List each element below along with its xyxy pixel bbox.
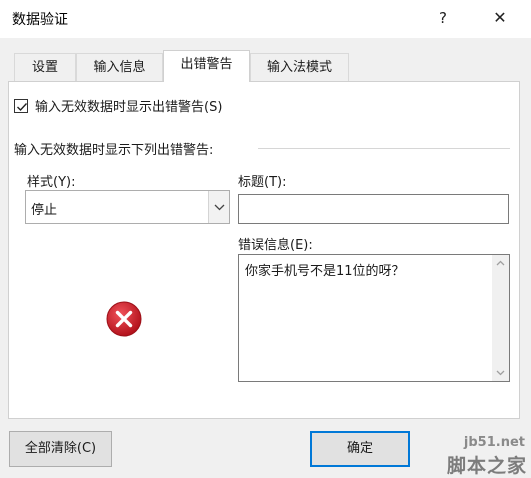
title-label: 标题(T): (238, 175, 287, 190)
error-message-textarea[interactable]: 你家手机号不是11位的呀？ (238, 254, 510, 382)
help-button[interactable]: ? (426, 2, 460, 34)
style-label: 样式(Y): (27, 175, 76, 190)
tab-ime-mode[interactable]: 输入法模式 (250, 53, 349, 81)
dialog-body: 设置 输入信息 出错警告 输入法模式 输入无效数据时显示出错警告(S) 输入无效… (0, 38, 531, 478)
clear-all-button[interactable]: 全部清除(C) (9, 431, 112, 467)
checkmark-icon (17, 102, 28, 111)
message-scrollbar[interactable] (492, 255, 509, 381)
error-message-label: 错误信息(E): (238, 238, 313, 253)
watermark-url: jb51.net (463, 435, 525, 450)
scroll-up-icon[interactable] (492, 255, 509, 272)
title-bar: 数据验证 ? ✕ (0, 0, 531, 38)
error-message-text: 你家手机号不是11位的呀？ (245, 264, 405, 279)
show-alert-checkbox[interactable] (14, 98, 28, 113)
error-stop-icon (106, 301, 142, 337)
watermark-brand: 脚本之家 (446, 455, 527, 477)
ok-button[interactable]: 确定 (310, 431, 410, 467)
close-button[interactable]: ✕ (483, 2, 517, 34)
tab-error-alert[interactable]: 出错警告 (163, 50, 250, 82)
site-watermark: jb51.net 脚本之家 (400, 433, 531, 478)
group-divider (258, 148, 510, 149)
style-dropdown[interactable]: 停止 (25, 190, 230, 224)
style-value: 停止 (31, 203, 58, 218)
scroll-down-icon[interactable] (492, 364, 509, 381)
window-title: 数据验证 (12, 12, 68, 28)
title-input[interactable] (238, 194, 509, 224)
show-alert-label: 输入无效数据时显示出错警告(S) (35, 100, 223, 115)
tab-settings[interactable]: 设置 (14, 53, 76, 81)
show-alert-option[interactable]: 输入无效数据时显示出错警告(S) (14, 96, 222, 115)
dropdown-arrow-icon[interactable] (208, 191, 229, 223)
alert-group-label: 输入无效数据时显示下列出错警告: (14, 143, 214, 158)
tab-input-message[interactable]: 输入信息 (76, 53, 163, 81)
